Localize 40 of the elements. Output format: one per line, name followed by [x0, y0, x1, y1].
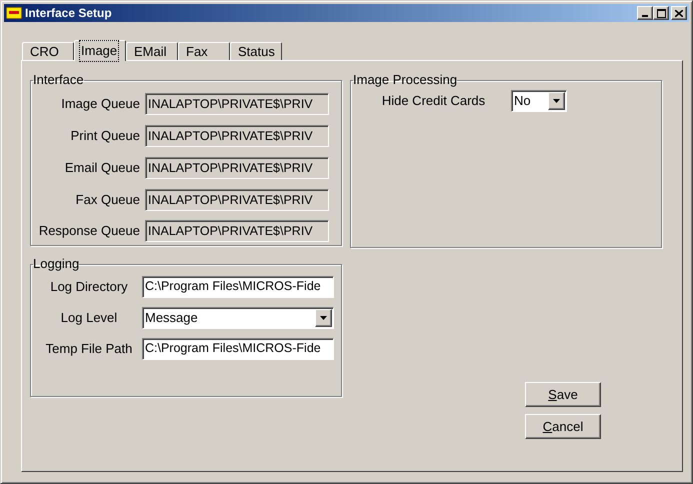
- close-button[interactable]: [671, 6, 687, 20]
- field-label: Log Level: [60, 308, 118, 327]
- close-icon: [675, 10, 683, 16]
- dropdown-field[interactable]: No: [511, 90, 567, 112]
- caret-icon: [553, 98, 560, 102]
- field-label: Response Queue: [38, 222, 141, 240]
- text-field[interactable]: C:\Program Files\MICROS-Fide: [142, 338, 334, 360]
- text-field[interactable]: INALAPTOP\PRIVATE$\PRIV: [145, 220, 329, 242]
- field-label: Fax Queue: [74, 191, 141, 210]
- minimize-button[interactable]: [637, 6, 653, 20]
- minimize-icon: [642, 15, 648, 17]
- field-label: Email Queue: [64, 159, 141, 178]
- group-title: Image Processing: [353, 73, 458, 87]
- text-field[interactable]: C:\Program Files\MICROS-Fide: [142, 276, 334, 298]
- field-label: Hide Credit Cards: [380, 92, 486, 110]
- window-title: Interface Setup: [25, 5, 113, 22]
- dropdown-arrow-button[interactable]: [548, 92, 565, 110]
- group-title: Logging: [33, 257, 80, 271]
- field-label: Log Directory: [49, 278, 129, 296]
- maximize-icon: [656, 8, 666, 18]
- dialog-button[interactable]: Cancel: [525, 414, 601, 439]
- dialog-button[interactable]: Save: [525, 382, 601, 407]
- field-label: Image Queue: [60, 95, 141, 114]
- dropdown-arrow-button[interactable]: [315, 308, 332, 326]
- group-title: Interface: [33, 73, 84, 87]
- field-label: Temp File Path: [44, 340, 134, 358]
- tab[interactable]: Fax: [178, 42, 230, 60]
- field-label: Print Queue: [70, 127, 141, 146]
- text-field[interactable]: INALAPTOP\PRIVATE$\PRIV: [145, 125, 329, 147]
- text-field[interactable]: INALAPTOP\PRIVATE$\PRIV: [145, 93, 329, 115]
- dropdown-field[interactable]: Message: [142, 306, 334, 328]
- text-field[interactable]: INALAPTOP\PRIVATE$\PRIV: [145, 157, 329, 179]
- app-icon: [6, 7, 22, 19]
- caret-icon: [320, 316, 327, 320]
- maximize-button[interactable]: [653, 6, 669, 20]
- tab[interactable]: Image: [74, 40, 126, 61]
- tab[interactable]: CRO: [22, 42, 74, 60]
- text-field[interactable]: INALAPTOP\PRIVATE$\PRIV: [145, 189, 329, 211]
- tab[interactable]: EMail: [126, 42, 178, 60]
- tab[interactable]: Status: [230, 42, 282, 60]
